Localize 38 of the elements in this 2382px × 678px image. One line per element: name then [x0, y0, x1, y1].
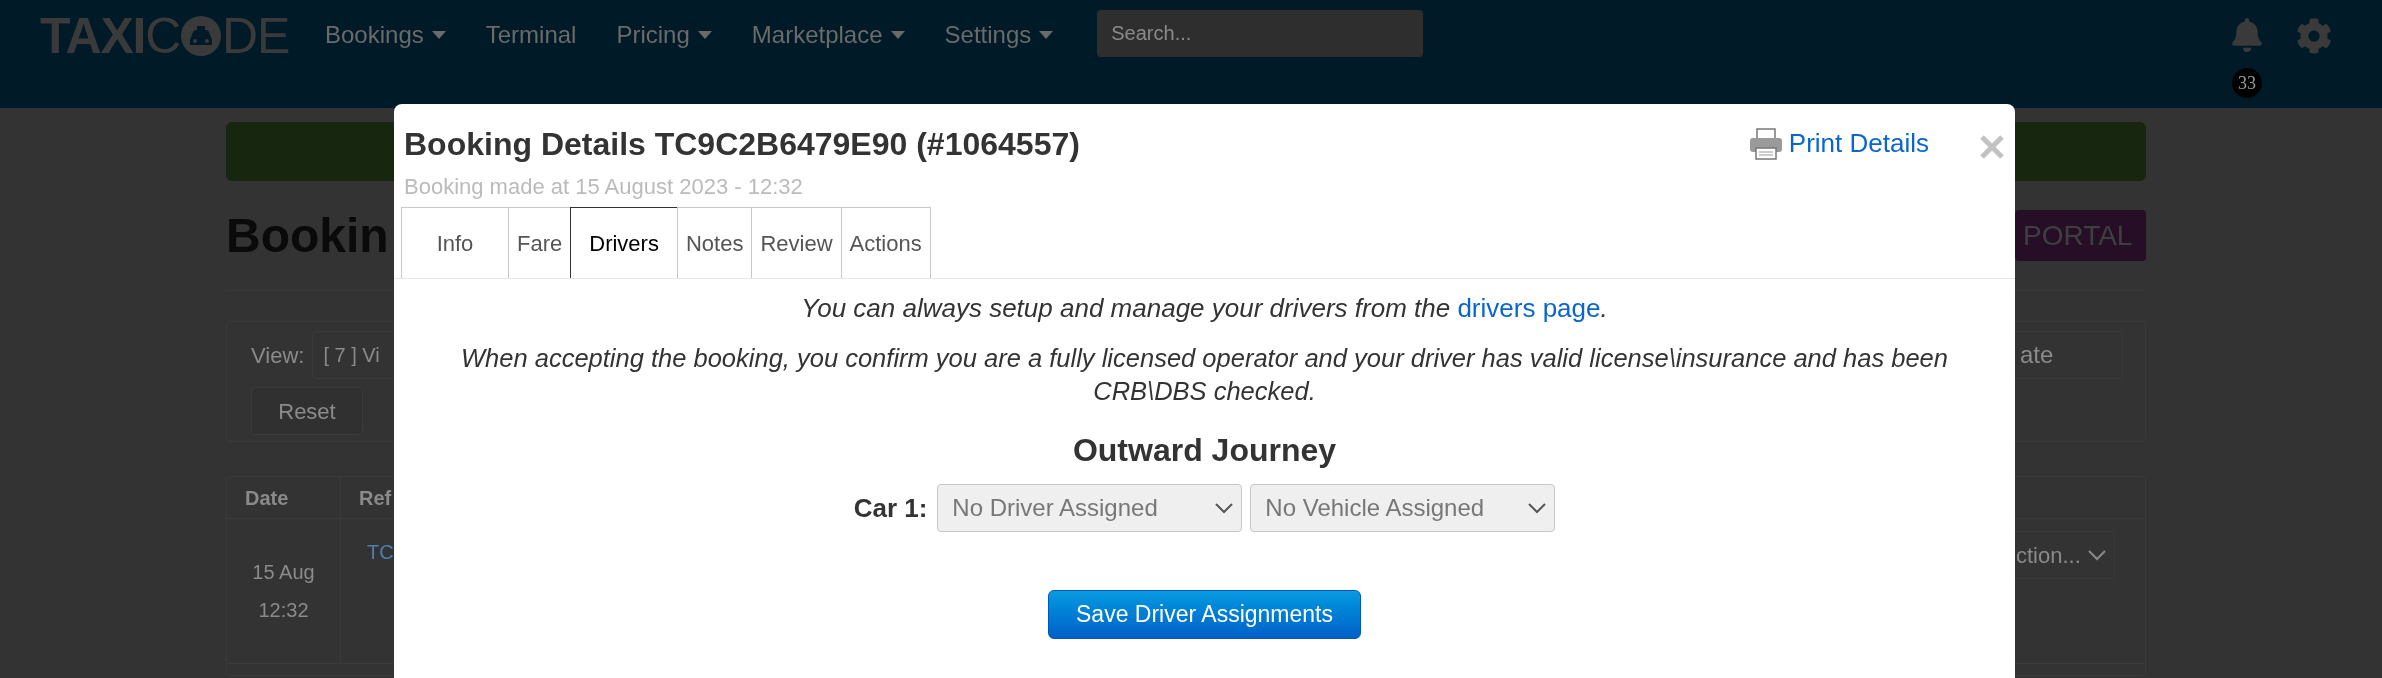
chevron-icon	[1215, 502, 1234, 514]
drivers-page-notice: You can always setup and manage your drivers from the drivers page.	[800, 292, 1609, 325]
nav-link[interactable]: Pricing	[616, 17, 712, 53]
notification-bell-icon[interactable]	[2230, 18, 2264, 52]
tab[interactable]: Drivers	[570, 207, 678, 278]
booking-timestamp: Booking made at 15 August 2023 - 12:32	[403, 173, 804, 201]
booking-time: 12:32	[258, 598, 309, 623]
journey-title: Outward Journey	[1072, 431, 1337, 470]
driver-select[interactable]: No Driver Assigned	[937, 484, 1243, 532]
chevron-icon	[2088, 549, 2106, 561]
dialog-title: Booking Details TC9C2B6479E90 (#1064557)	[404, 125, 1080, 164]
printer-icon	[1748, 127, 1783, 160]
action-select-text: ction...	[2016, 541, 2081, 570]
settings-icon[interactable]	[2296, 18, 2332, 54]
nav-link[interactable]: Marketplace	[751, 17, 905, 53]
chevron-icon	[1528, 502, 1547, 514]
view-label: View:	[251, 341, 305, 370]
reset-button[interactable]: Reset	[251, 387, 363, 435]
licensing-confirmation: When accepting the booking, you confirm you are a fully licensed operator and your driver has valid license\insurance and has been CRB\DBS checked.	[460, 343, 1949, 407]
booking-date: 15 Aug	[252, 560, 315, 585]
nav-link[interactable]: Terminal	[485, 17, 577, 53]
save-driver-assignments-button[interactable]: Save Driver Assignments	[1048, 590, 1361, 639]
car-label: Car 1:	[853, 491, 928, 525]
notification-count-badge: 33	[2232, 68, 2262, 98]
close-icon[interactable]	[1979, 133, 2005, 160]
column-header: Date	[245, 485, 289, 511]
column-header: Ref	[359, 485, 392, 511]
tab[interactable]: Actions	[840, 207, 931, 278]
vehicle-select[interactable]: No Vehicle Assigned	[1250, 484, 1556, 532]
print-details-link[interactable]: Print Details	[1748, 124, 1929, 163]
tab[interactable]: Info	[401, 207, 509, 278]
nav-link[interactable]: Bookings	[325, 17, 446, 53]
nav-link[interactable]: Settings	[944, 17, 1054, 53]
drivers-page-link[interactable]: drivers page	[1457, 293, 1601, 323]
tab[interactable]: Notes	[676, 207, 753, 278]
booking-reference-link[interactable]: TC	[367, 541, 394, 563]
search-field[interactable]: Search...	[1097, 10, 1424, 57]
taxi-icon	[181, 16, 222, 56]
